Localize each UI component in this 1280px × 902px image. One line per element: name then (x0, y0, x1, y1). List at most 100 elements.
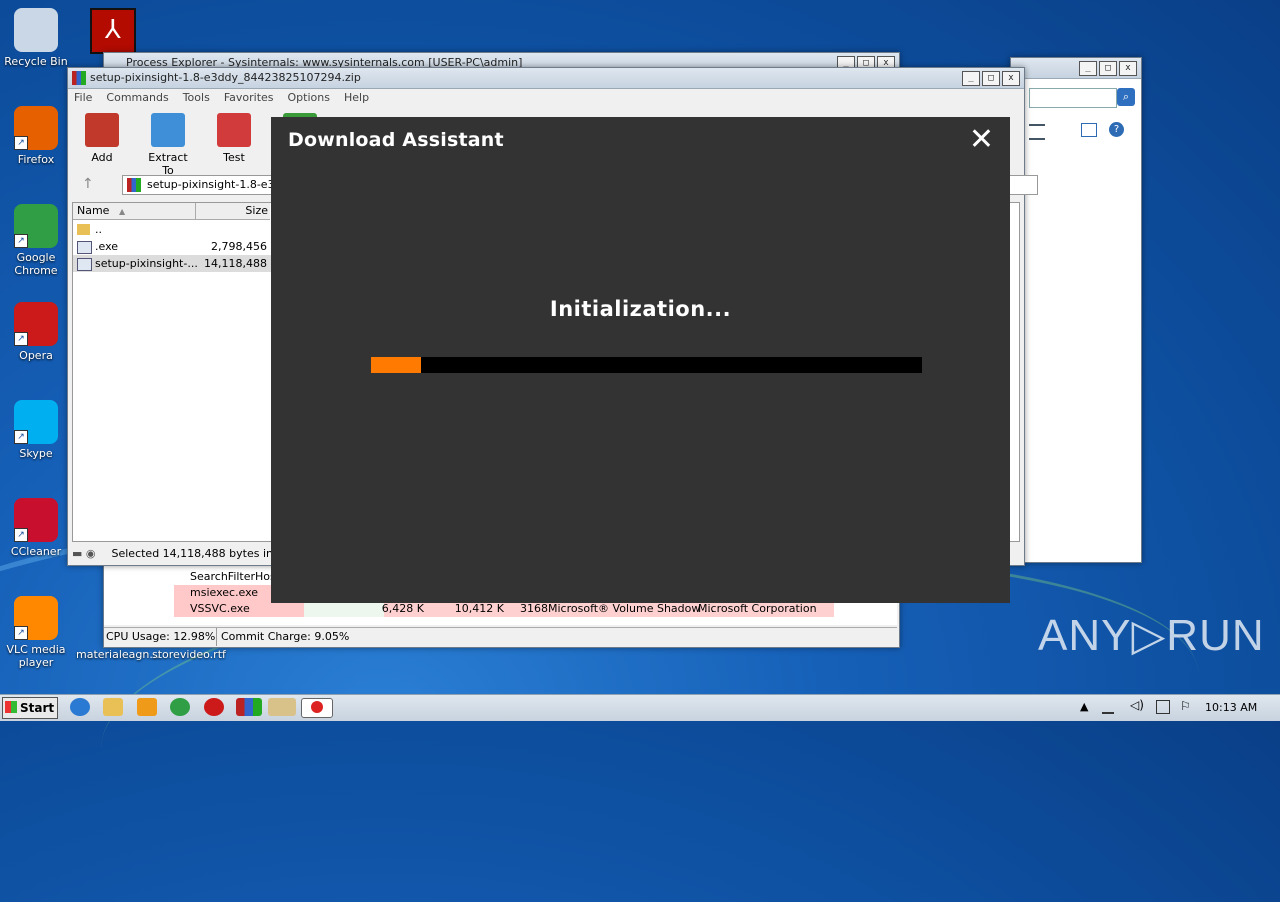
shortcut-arrow-icon: ↗ (14, 626, 28, 640)
up-arrow-icon[interactable]: ↑ (82, 176, 94, 192)
progress-bar (371, 357, 922, 373)
process-working: 10,412 K (454, 602, 504, 615)
explorer-window[interactable]: _ □ x ⌕ ? (1010, 57, 1142, 563)
file-row[interactable]: .. (73, 221, 273, 238)
desktop-icon-label: Firefox (17, 153, 55, 166)
download-assistant-taskbar-icon[interactable] (301, 698, 333, 718)
folder-up-icon (77, 224, 90, 235)
minimize-button[interactable]: _ (962, 71, 980, 86)
menu-item-tools[interactable]: Tools (183, 89, 210, 107)
desktop-icon-label: Skype (19, 447, 53, 460)
desktop-icon-recycle-bin[interactable]: Recycle Bin (0, 8, 72, 68)
recycle-bin-icon (14, 8, 58, 52)
desktop-icon-firefox[interactable]: ↗ Firefox (0, 106, 72, 166)
window-title: setup-pixinsight-1.8-e3ddy_8442382510729… (90, 71, 361, 84)
minimize-button[interactable]: _ (1079, 61, 1097, 76)
winrar-icon (72, 71, 86, 85)
desktop-icon-ccleaner[interactable]: ↗ CCleaner (0, 498, 72, 558)
tray-expand-icon[interactable]: ▲ (1080, 700, 1088, 713)
skype-icon: ↗ (14, 400, 58, 444)
progress-fill (371, 357, 421, 373)
help-icon[interactable]: ? (1109, 122, 1124, 137)
opera-icon[interactable] (204, 698, 224, 716)
process-row[interactable]: VSSVC.exe 6,428 K 10,412 K 3168 Microsoft® V… (104, 601, 897, 617)
process-name: msiexec.exe (190, 586, 259, 599)
start-button[interactable]: Start (2, 697, 58, 719)
menu-item-commands[interactable]: Commands (106, 89, 168, 107)
desktop-icon-skype[interactable]: ↗ Skype (0, 400, 72, 460)
process-desc: Microsoft® Volume Shadow ... (548, 602, 715, 615)
column-header-size[interactable]: Size (196, 203, 270, 220)
file-row[interactable]: setup-pixinsight-... 14,118,488 (73, 255, 273, 272)
opera-icon: ↗ (14, 302, 58, 346)
column-header-name[interactable]: Name ▲ (73, 203, 196, 220)
desktop-icon-opera[interactable]: ↗ Opera (0, 302, 72, 362)
desktop-icon-label: Recycle Bin (4, 55, 68, 68)
test-icon (217, 113, 251, 147)
maximize-button[interactable]: □ (1099, 61, 1117, 76)
desktop-icon-google-chrome[interactable]: ↗ Google Chrome (0, 204, 72, 277)
ie-icon[interactable] (70, 698, 90, 716)
firefox-icon: ↗ (14, 106, 58, 150)
volume-icon[interactable]: ◁) (1130, 698, 1144, 712)
desktop-icon-label: VLC media player (6, 643, 66, 669)
chrome-icon[interactable] (170, 698, 190, 716)
vlc-media-player-icon: ↗ (14, 596, 58, 640)
file-icon (77, 241, 92, 254)
action-center-flag-icon[interactable]: ⚐ (1180, 699, 1191, 713)
file-name: setup-pixinsight-... (95, 257, 198, 270)
add-icon (85, 113, 119, 147)
clock[interactable]: 10:13 AM (1205, 701, 1257, 714)
tool-label: Test (223, 151, 245, 164)
explorer-titlebar: _ □ x (1011, 58, 1141, 79)
google-chrome-icon: ↗ (14, 204, 58, 248)
file-size: 2,798,456 (211, 240, 267, 253)
acrobat-icon[interactable]: ⅄ (90, 8, 136, 54)
shortcut-arrow-icon: ↗ (14, 430, 28, 444)
desktop-icon-label: Opera (19, 349, 53, 362)
extract-to-icon (151, 113, 185, 147)
tool-test-button[interactable]: Test (208, 113, 260, 164)
preview-pane-icon[interactable] (1081, 123, 1097, 137)
close-button[interactable]: x (1002, 71, 1020, 86)
shortcut-arrow-icon: ↗ (14, 528, 28, 542)
column-name-label: Name (77, 204, 110, 217)
network-icon[interactable] (1102, 700, 1114, 714)
media-player-icon[interactable] (137, 698, 157, 716)
download-assistant-dialog[interactable]: Download Assistant ✕ Initialization... (271, 117, 1010, 603)
menu-item-favorites[interactable]: Favorites (224, 89, 274, 107)
tool-extract-to-button[interactable]: Extract To (142, 113, 194, 177)
desktop-icon-vlc-media-player[interactable]: ↗ VLC media player (0, 596, 72, 669)
close-icon[interactable]: ✕ (969, 125, 994, 155)
desktop-file-storevideo[interactable]: storevideo.rtf (152, 648, 226, 661)
desktop-file-material[interactable]: materialeagn... (76, 648, 160, 661)
menu-item-options[interactable]: Options (288, 89, 330, 107)
sort-ascending-icon: ▲ (118, 207, 126, 216)
start-label: Start (20, 701, 55, 715)
search-input[interactable] (1029, 88, 1117, 108)
winrar-taskbar-icon[interactable] (236, 698, 262, 716)
download-assistant-icon (311, 701, 323, 713)
file-row[interactable]: .exe 2,798,456 (73, 238, 273, 255)
anyrun-watermark: ANY▷RUN (1038, 611, 1265, 660)
file-icon (77, 258, 92, 271)
close-button[interactable]: x (1119, 61, 1137, 76)
shortcut-arrow-icon: ↗ (14, 136, 28, 150)
menu-item-file[interactable]: File (74, 89, 92, 107)
search-icon[interactable]: ⌕ (1117, 88, 1135, 106)
maximize-button[interactable]: □ (982, 71, 1000, 86)
shortcut-arrow-icon: ↗ (14, 234, 28, 248)
installer-taskbar-icon[interactable] (268, 698, 296, 716)
network-status-icon[interactable] (1156, 700, 1170, 714)
process-name: VSSVC.exe (190, 602, 250, 615)
desktop-icon-label: Google Chrome (14, 251, 58, 277)
view-options-icon[interactable] (1029, 124, 1045, 140)
drive-icon: ▬ ◉ (72, 547, 96, 560)
tool-add-button[interactable]: Add (76, 113, 128, 164)
status-text: Initialization... (549, 297, 732, 321)
menu-item-help[interactable]: Help (344, 89, 369, 107)
path-text: setup-pixinsight-1.8-e3dd (147, 178, 289, 191)
explorer-icon[interactable] (103, 698, 123, 716)
taskbar: Start ▲ ◁) ⚐ 10:13 AM (0, 694, 1280, 721)
tool-label: Add (91, 151, 113, 164)
